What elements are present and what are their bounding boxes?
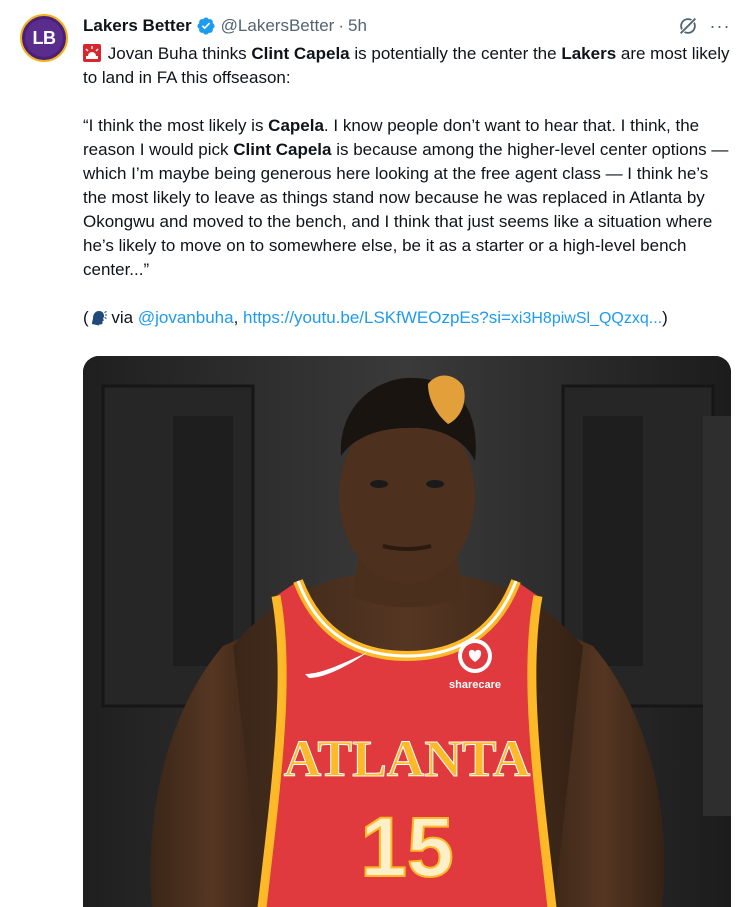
more-options-label: ··· xyxy=(709,15,731,36)
more-options-icon[interactable]: ··· xyxy=(708,14,732,38)
jersey-text: ATLANTA xyxy=(284,731,531,788)
paragraph-intro: Jovan Buha thinks Clint Capela is potent… xyxy=(83,42,733,90)
verified-badge-icon xyxy=(196,16,216,36)
tweet[interactable]: LB Lakers Better @LakersBetter · 5h ··· xyxy=(0,0,752,907)
text-bold: Capela xyxy=(268,116,324,135)
text-span: via xyxy=(106,308,138,327)
text-span: is potentially the center the xyxy=(349,44,562,63)
sponsor-text: sharecare xyxy=(449,679,501,691)
separator-dot: · xyxy=(338,16,344,35)
text-span: “I think the most likely is xyxy=(83,116,269,135)
avatar-initials: LB xyxy=(32,27,57,48)
youtube-link[interactable]: https://youtu.be/LSKfWEOzpEs?si=xi3H8piw… xyxy=(243,308,662,327)
jersey-number: 15 xyxy=(360,800,453,894)
text-span: , xyxy=(233,308,244,327)
grok-icon[interactable] xyxy=(676,14,700,38)
tweet-image[interactable]: sharecare ATLANTA 15 xyxy=(83,356,731,907)
paragraph-quote: “I think the most likely is Capela. I kn… xyxy=(83,114,733,282)
text-span: is because among the higher-level center… xyxy=(83,140,729,279)
text-bold: Lakers xyxy=(561,44,617,63)
text-span: ) xyxy=(662,308,668,327)
text-bold: Clint Capela xyxy=(251,44,350,63)
avatar[interactable]: LB xyxy=(20,14,68,62)
siren-emoji-icon xyxy=(83,44,101,62)
url-tail-text: xi3H8piwSl_QQzxq... xyxy=(510,310,663,327)
mention-link[interactable]: @jovanbuha xyxy=(138,308,234,327)
url-text: https://youtu.be/LSKfWEOzpEs?si= xyxy=(243,308,511,327)
tweet-text: Jovan Buha thinks Clint Capela is potent… xyxy=(83,42,733,331)
text-span: Jovan Buha thinks xyxy=(107,44,252,63)
speaking-head-icon xyxy=(89,308,107,326)
timestamp[interactable]: 5h xyxy=(348,16,367,36)
text-bold: Clint Capela xyxy=(233,140,332,159)
user-handle[interactable]: @LakersBetter xyxy=(221,16,335,36)
display-name[interactable]: Lakers Better xyxy=(83,16,192,36)
tweet-header: Lakers Better @LakersBetter · 5h xyxy=(83,14,732,38)
paragraph-source: ( via @jovanbuha, https://youtu.be/LSKfW… xyxy=(83,306,733,331)
player-photo: sharecare ATLANTA 15 xyxy=(83,356,731,907)
